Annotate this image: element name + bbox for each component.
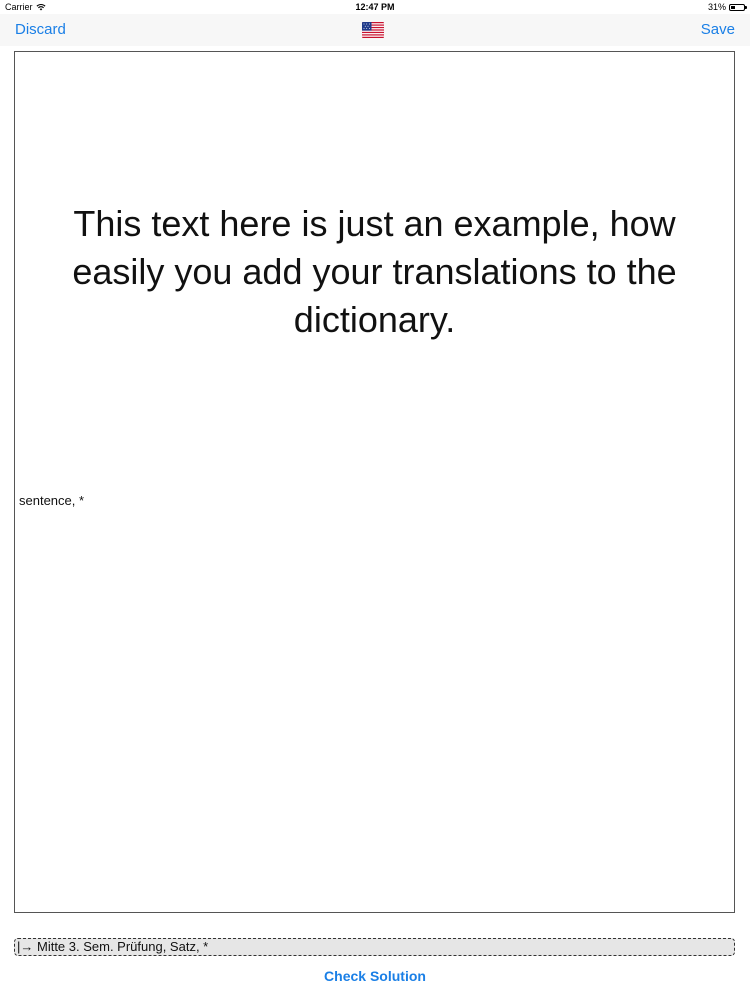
- status-bar: Carrier 12:47 PM 31%: [0, 0, 750, 14]
- tag-bar[interactable]: |→ Mitte 3. Sem. Prüfung, Satz, *: [14, 938, 735, 956]
- check-solution-button[interactable]: Check Solution: [0, 968, 750, 984]
- card-text: This text here is just an example, how e…: [72, 203, 677, 340]
- flashcard[interactable]: This text here is just an example, how e…: [14, 51, 735, 913]
- card-tags: sentence, *: [19, 493, 85, 508]
- us-flag-icon[interactable]: [362, 22, 384, 38]
- battery-percent: 31%: [707, 2, 726, 12]
- status-time: 12:47 PM: [355, 2, 395, 12]
- status-right: 31%: [707, 2, 747, 12]
- battery-icon: [729, 3, 747, 11]
- save-button[interactable]: Save: [701, 21, 735, 38]
- nav-bar: Discard Save: [0, 14, 750, 46]
- battery-fill: [731, 5, 735, 9]
- discard-button[interactable]: Discard: [15, 21, 66, 38]
